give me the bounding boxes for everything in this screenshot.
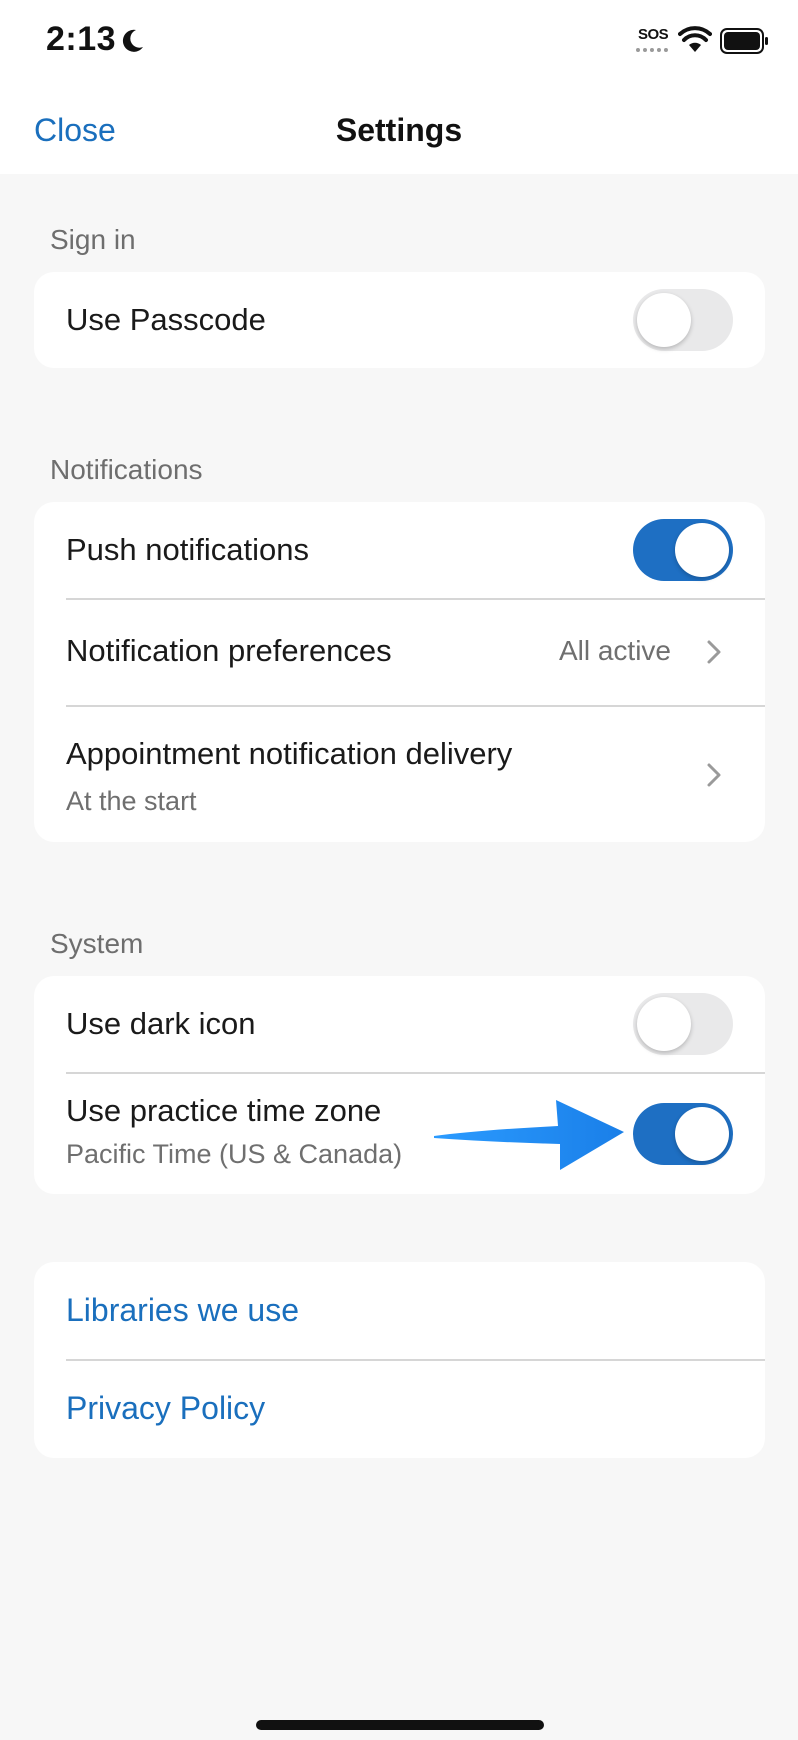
section-header-system: System [50,928,144,959]
push-notifications-row[interactable]: Push notifications [34,502,765,598]
use-passcode-label: Use Passcode [66,302,266,337]
appointment-delivery-label: Appointment notification delivery [66,736,513,771]
toggle-knob [637,997,691,1051]
toggle-knob [675,523,729,577]
annotation-arrow-icon [434,1100,624,1170]
section-header-notifications: Notifications [50,454,203,485]
page-title: Settings [335,112,463,148]
system-card: Use dark icon Use practice time zone Pac… [34,976,765,1194]
do-not-disturb-moon-icon [122,29,143,52]
use-passcode-row[interactable]: Use Passcode [34,272,765,368]
toggle-knob [675,1107,729,1161]
notification-preferences-value: All active [558,635,671,666]
practice-time-zone-value: Pacific Time (US & Canada) [66,1139,403,1169]
links-card: Libraries we use Privacy Policy [34,1262,765,1458]
home-indicator[interactable] [256,1720,544,1730]
push-notifications-toggle[interactable] [633,519,733,581]
push-notifications-label: Push notifications [66,532,309,567]
chevron-right-icon [707,763,721,787]
status-time: 2:13 [46,20,117,58]
practice-time-zone-toggle[interactable] [633,1103,733,1165]
status-bar: 2:13 SOS [0,0,798,88]
section-header-sign-in: Sign in [50,224,136,255]
sign-in-card: Use Passcode [34,272,765,368]
notification-preferences-row[interactable]: Notification preferences All active [34,599,765,705]
chevron-right-icon [707,640,721,664]
sos-indicator: SOS [638,26,669,43]
practice-time-zone-row[interactable]: Use practice time zone Pacific Time (US … [34,1073,765,1194]
toggle-knob [637,293,691,347]
notification-preferences-label: Notification preferences [66,633,392,668]
use-passcode-toggle[interactable] [633,289,733,351]
signal-dots-icon [636,48,668,56]
notifications-card: Push notifications Notification preferen… [34,502,765,842]
navigation-bar: Close Settings [0,88,798,174]
appointment-delivery-row[interactable]: Appointment notification delivery At the… [34,706,765,842]
wifi-icon [678,26,712,52]
libraries-row[interactable]: Libraries we use [34,1262,765,1359]
libraries-link[interactable]: Libraries we use [66,1292,299,1329]
use-dark-icon-row[interactable]: Use dark icon [34,976,765,1072]
privacy-row[interactable]: Privacy Policy [34,1360,765,1458]
privacy-policy-link[interactable]: Privacy Policy [66,1390,265,1427]
battery-icon [720,28,768,54]
practice-time-zone-label: Use practice time zone [66,1093,382,1128]
appointment-delivery-value: At the start [66,786,197,816]
use-dark-icon-toggle[interactable] [633,993,733,1055]
use-dark-icon-label: Use dark icon [66,1006,256,1041]
